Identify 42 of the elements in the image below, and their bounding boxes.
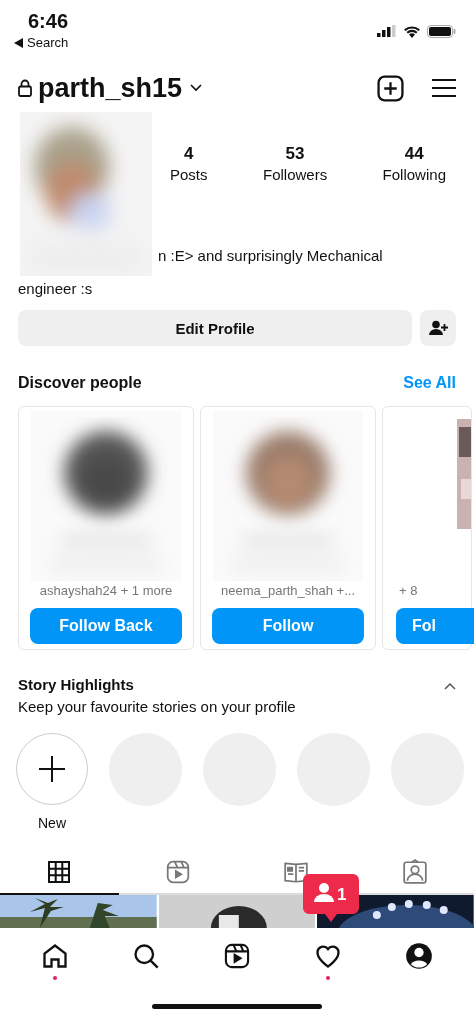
username[interactable]: parth_sh15 xyxy=(38,72,183,104)
add-person-button[interactable] xyxy=(420,310,456,346)
tagged-person-icon xyxy=(401,859,428,885)
home-icon xyxy=(41,942,70,970)
mutual-followers-text: ashayshah24 + 1 more xyxy=(39,583,173,598)
bio-text: n :E> and surprisingly Mechanical xyxy=(158,247,383,264)
book-icon xyxy=(283,859,310,885)
menu-icon[interactable] xyxy=(432,78,456,98)
section-subtitle: Keep your favourite stories on your profile xyxy=(18,698,296,715)
status-time: 6:46 xyxy=(28,10,69,33)
chevron-down-icon[interactable] xyxy=(190,84,203,92)
bio-text: engineer :s xyxy=(18,280,93,297)
stat-count: 4 xyxy=(184,144,194,164)
chevron-up-icon[interactable] xyxy=(444,682,456,690)
reels-icon xyxy=(164,859,191,885)
highlight-label: New xyxy=(38,815,66,831)
heart-icon xyxy=(313,942,342,970)
signal-icon xyxy=(377,25,397,37)
back-arrow-icon[interactable] xyxy=(14,37,23,48)
add-post-icon[interactable] xyxy=(377,74,404,102)
wifi-icon xyxy=(403,24,421,38)
badge-count: 1 xyxy=(337,885,347,905)
stat-label[interactable]: Followers xyxy=(262,166,328,183)
back-link[interactable]: Search xyxy=(27,35,69,50)
stat-label[interactable]: Following xyxy=(382,166,446,183)
stat-count: 53 xyxy=(285,144,305,164)
plus-icon[interactable] xyxy=(39,756,65,782)
edit-profile-button[interactable]: Edit Profile xyxy=(18,310,412,346)
profile-icon xyxy=(404,942,433,970)
stat-count: 44 xyxy=(404,144,424,164)
battery-icon xyxy=(427,24,456,38)
mutual-followers-text: + 8 xyxy=(399,583,418,598)
section-title: Discover people xyxy=(18,374,142,392)
lock-icon xyxy=(18,79,32,97)
search-icon xyxy=(132,942,161,970)
reels-icon[interactable] xyxy=(223,942,251,970)
add-person-icon[interactable] xyxy=(428,320,448,336)
stat-label[interactable]: Posts xyxy=(170,166,208,183)
mutual-followers-text: neema_parth_shah +... xyxy=(220,583,356,598)
section-title: Story Highlights xyxy=(18,676,134,693)
activity-tooltip[interactable] xyxy=(303,874,359,922)
grid-icon xyxy=(47,860,72,884)
